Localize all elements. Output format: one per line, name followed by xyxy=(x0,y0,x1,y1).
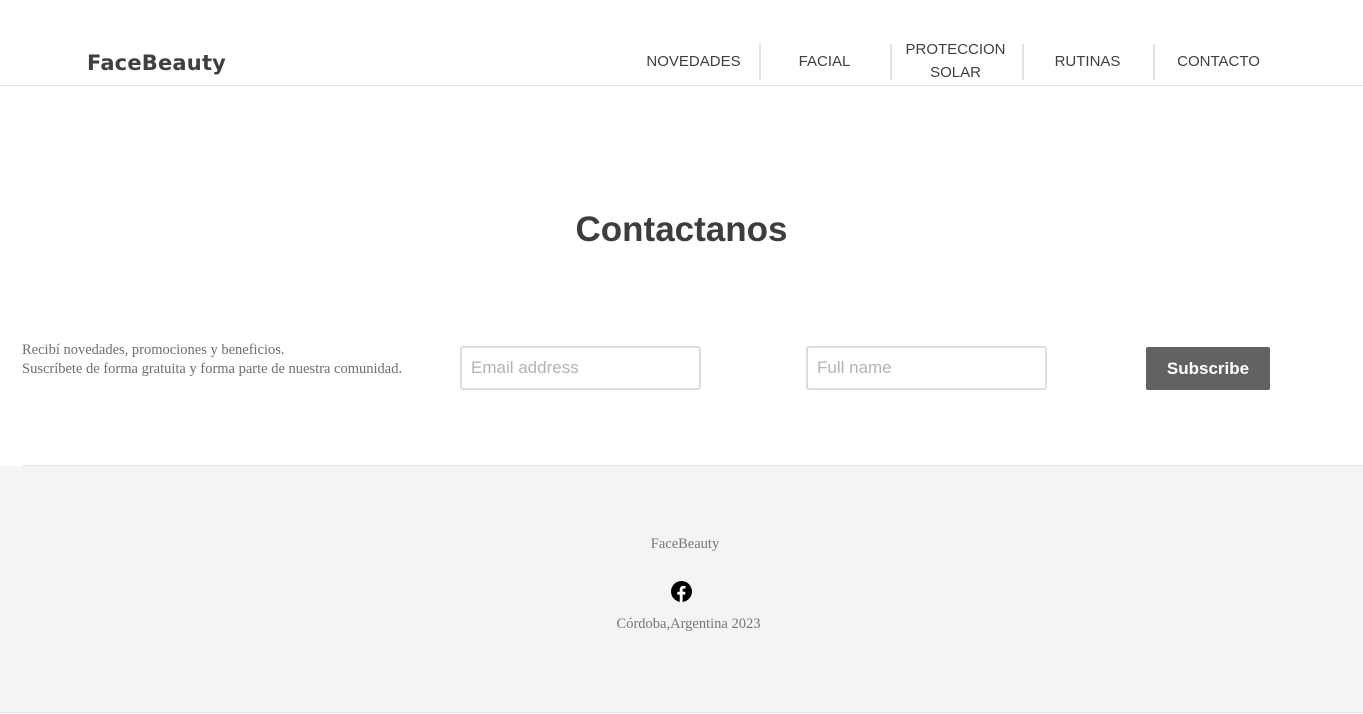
site-footer: FaceBeauty Córdoba,Argentina 2023 xyxy=(0,466,1363,713)
nav-item-label: SOLAR xyxy=(930,64,981,81)
newsletter-description: Recibí novedades, promociones y benefici… xyxy=(22,341,402,379)
nav-separator xyxy=(759,44,761,80)
nav-item-facial[interactable]: FACIAL xyxy=(771,40,878,82)
nav-separator xyxy=(890,44,892,80)
facebook-icon[interactable] xyxy=(671,581,692,602)
newsletter-line: Suscríbete de forma gratuita y forma par… xyxy=(22,361,403,377)
brand-logo[interactable]: FaceBeauty xyxy=(87,51,226,75)
nav-separator xyxy=(1153,44,1155,80)
full-name-input[interactable] xyxy=(806,346,1047,390)
site-header: FaceBeauty NOVEDADES FACIAL PROTECCION S… xyxy=(0,0,1363,86)
nav-item-contacto[interactable]: CONTACTO xyxy=(1165,40,1272,82)
nav-item-proteccion-solar[interactable]: PROTECCION SOLAR xyxy=(902,40,1009,82)
email-input[interactable] xyxy=(460,346,701,390)
footer-brand: FaceBeauty xyxy=(650,536,720,552)
newsletter-line: Recibí novedades, promociones y benefici… xyxy=(22,342,285,358)
footer-location: Córdoba,Argentina 2023 xyxy=(616,616,761,632)
nav-item-novedades[interactable]: NOVEDADES xyxy=(640,40,747,82)
nav-item-label: PROTECCION xyxy=(905,41,1006,58)
page-title: Contactanos xyxy=(575,210,788,249)
nav-separator xyxy=(1022,44,1024,80)
subscribe-button[interactable]: Subscribe xyxy=(1146,347,1270,390)
nav-item-rutinas[interactable]: RUTINAS xyxy=(1034,40,1141,82)
